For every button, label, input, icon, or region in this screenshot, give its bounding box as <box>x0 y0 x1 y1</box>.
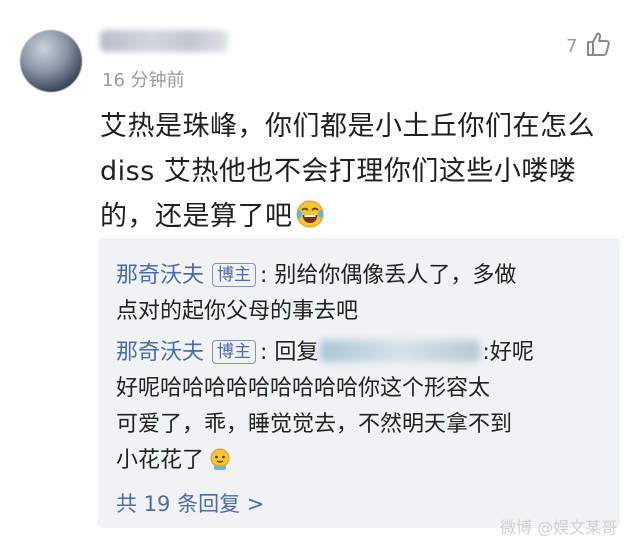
reply-item[interactable]: 那奇沃夫 博主: 别给你偶像丢人了，多做 点对的起你父母的事去吧 <box>116 258 610 330</box>
comment-line: diss 艾热他也不会打理你们这些小喽喽 <box>100 156 577 187</box>
reply-line: 那奇沃夫 博主: 回复 :好呢 <box>116 335 610 371</box>
thumbs-up-icon[interactable] <box>585 30 611 58</box>
blogger-badge: 博主 <box>212 340 257 364</box>
more-replies-link[interactable]: 共 19 条回复 > <box>116 488 264 518</box>
reply-text: : 别给你偶像丢人了，多做 <box>260 263 517 288</box>
like-count: 7 <box>566 36 578 57</box>
reply-line: 好呢哈哈哈哈哈哈哈哈哈你这个形容太 <box>116 376 491 401</box>
comment-line: 艾热是珠峰，你们都是小土丘你们在怎么 <box>100 111 595 142</box>
blogger-badge: 博主 <box>212 263 257 287</box>
reply-line: 可爱了，乖，睡觉觉去，不然明天拿不到 <box>116 412 513 437</box>
username-blurred[interactable] <box>100 30 228 52</box>
mention-blurred[interactable] <box>320 340 481 362</box>
reply-line: 小花花了 <box>116 443 610 483</box>
comment-line-3: 的，还是算了吧 <box>100 194 620 243</box>
reply-item[interactable]: 那奇沃夫 博主: 回复 :好呢 好呢哈哈哈哈哈哈哈哈哈你这个形容太 可爱了，乖，睡觉… <box>116 335 610 483</box>
comment-text: 艾热是珠峰，你们都是小土丘你们在怎么 diss 艾热他也不会打理你们这些小喽喽 … <box>100 104 620 243</box>
reply-line: 那奇沃夫 博主: 别给你偶像丢人了，多做 <box>116 258 610 294</box>
reply-author[interactable]: 那奇沃夫 <box>116 340 204 365</box>
reply-author[interactable]: 那奇沃夫 <box>116 263 204 288</box>
watermark: 微博 @娱文某哥 <box>500 518 618 537</box>
comment-line-text: 的，还是算了吧 <box>100 201 293 232</box>
cute-emoji <box>208 447 232 483</box>
laughing-crying-emoji <box>295 198 325 243</box>
reply-line: 点对的起你父母的事去吧 <box>116 299 359 324</box>
avatar[interactable] <box>20 30 82 92</box>
reply-text: 小花花了 <box>116 448 205 473</box>
reply-prefix: : 回复 <box>260 340 319 365</box>
reply-suffix: :好呢 <box>482 340 534 365</box>
comment-time: 16 分钟前 <box>102 70 185 91</box>
